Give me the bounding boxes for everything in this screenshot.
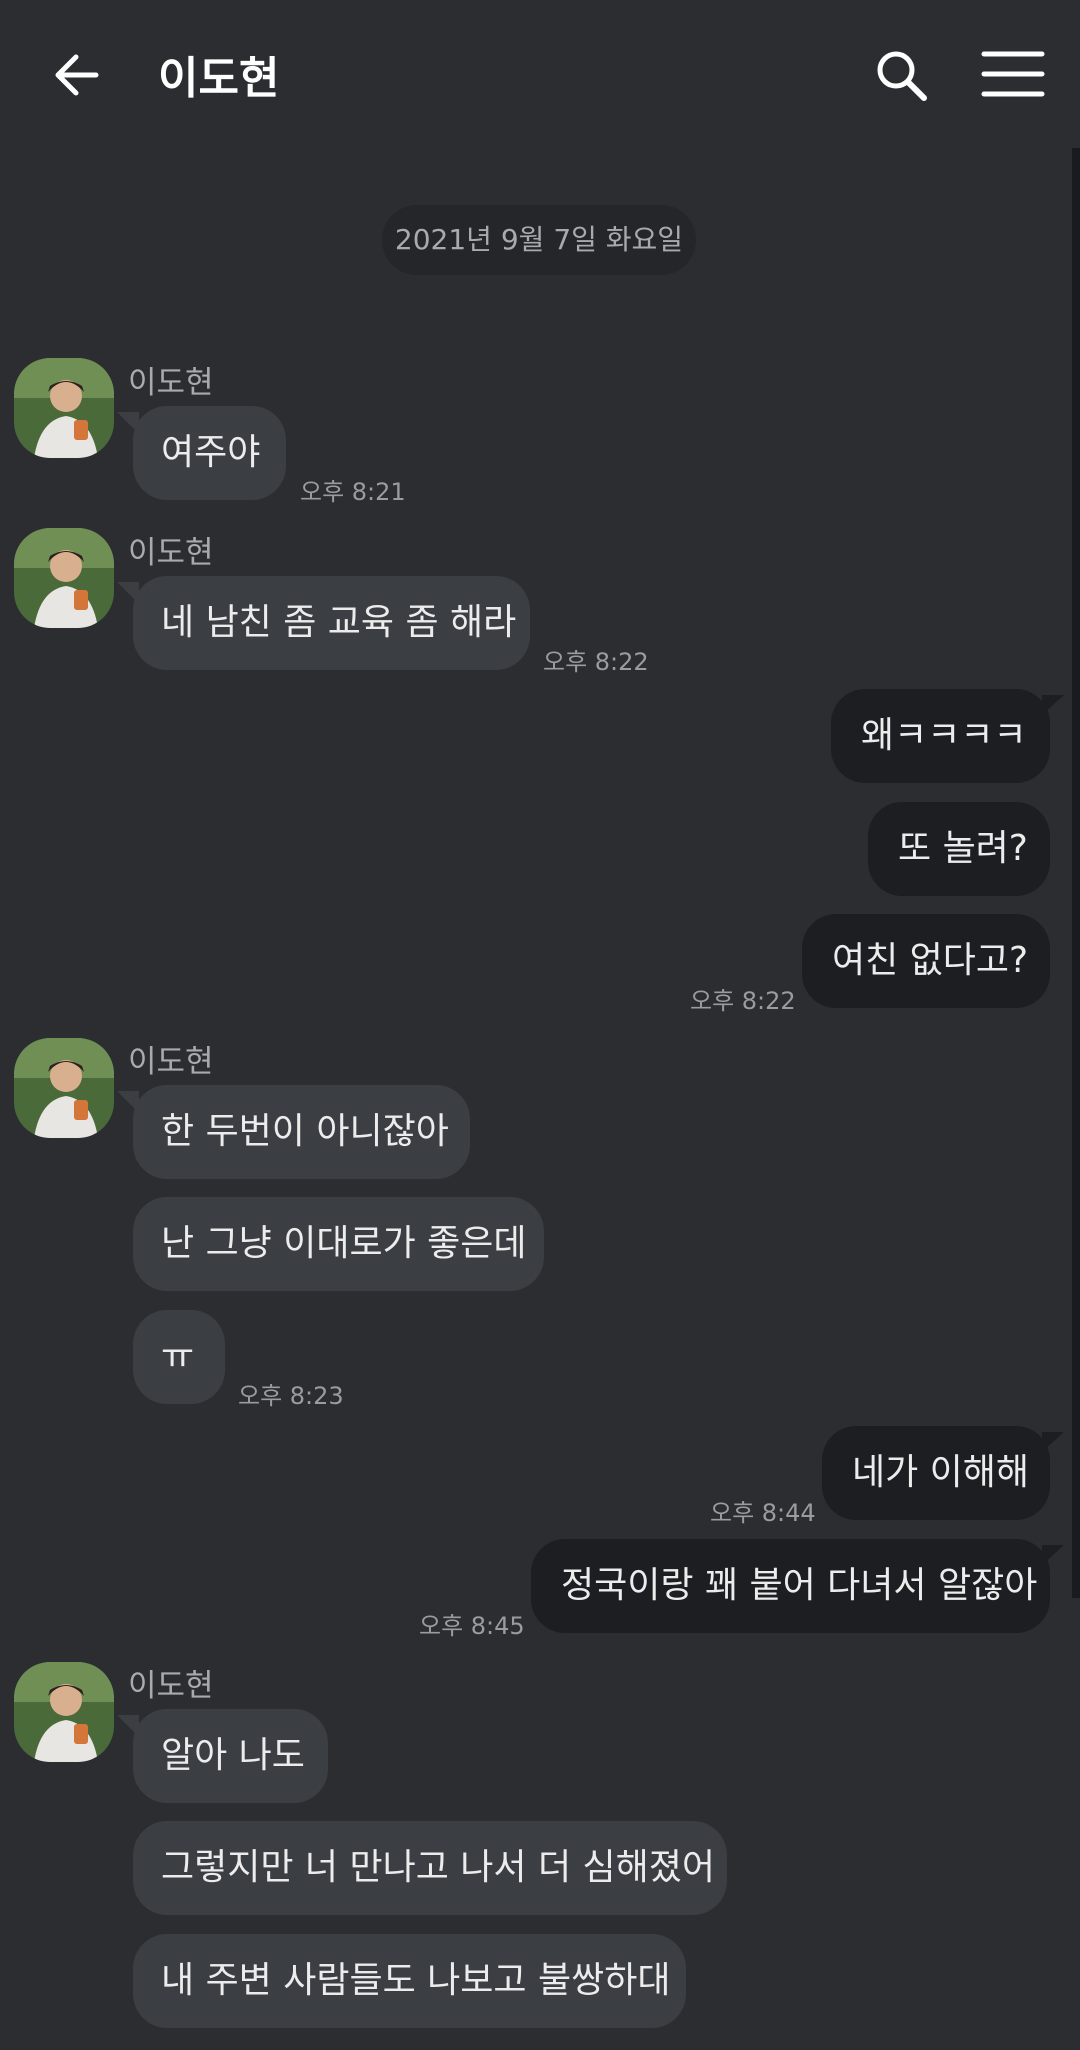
search-icon[interactable] [870,44,934,108]
message-time: 오후 8:21 [300,478,406,506]
sender-name: 이도현 [128,535,214,571]
message-time: 오후 8:45 [419,1612,525,1640]
avatar[interactable] [14,358,114,458]
avatar[interactable] [14,1662,114,1762]
sender-name: 이도현 [128,365,214,401]
menu-icon[interactable] [978,44,1048,104]
message-bubble-incoming[interactable]: 내 주변 사람들도 나보고 불쌍하대 [133,1934,686,2028]
message-bubble-incoming[interactable]: 그렇지만 너 만나고 나서 더 심해졌어 [133,1821,727,1915]
scrollbar[interactable] [1072,148,1080,1598]
sender-name: 이도현 [128,1668,214,1704]
message-bubble-outgoing[interactable]: 네가 이해해 [822,1426,1064,1520]
avatar[interactable] [14,528,114,628]
message-time: 오후 8:44 [710,1499,816,1527]
back-arrow-icon[interactable] [48,45,108,105]
message-bubble-outgoing[interactable]: 또 놀려? [868,802,1050,896]
message-bubble-incoming[interactable]: 여주야 [117,406,286,500]
message-bubble-outgoing[interactable]: 왜ㅋㅋㅋㅋ [831,689,1064,783]
sender-name: 이도현 [128,1044,214,1080]
message-bubble-outgoing[interactable]: 여친 없다고? [802,914,1050,1008]
message-bubble-incoming[interactable]: 네 남친 좀 교육 좀 해라 [117,576,530,670]
message-time: 오후 8:22 [690,987,796,1015]
chat-header: 이도현 [0,0,1080,150]
message-bubble-outgoing[interactable]: 정국이랑 꽤 붙어 다녀서 알잖아 [531,1539,1064,1633]
date-divider: 2021년 9월 7일 화요일 [382,205,696,275]
message-time: 오후 8:23 [238,1382,344,1410]
message-bubble-incoming[interactable]: ㅠ [133,1310,225,1404]
message-bubble-incoming[interactable]: 난 그냥 이대로가 좋은데 [133,1197,544,1291]
chat-title: 이도현 [158,53,280,104]
message-bubble-incoming[interactable]: 알아 나도 [117,1709,328,1803]
message-time: 오후 8:22 [543,648,649,676]
avatar[interactable] [14,1038,114,1138]
message-bubble-incoming[interactable]: 한 두번이 아니잖아 [117,1085,470,1179]
